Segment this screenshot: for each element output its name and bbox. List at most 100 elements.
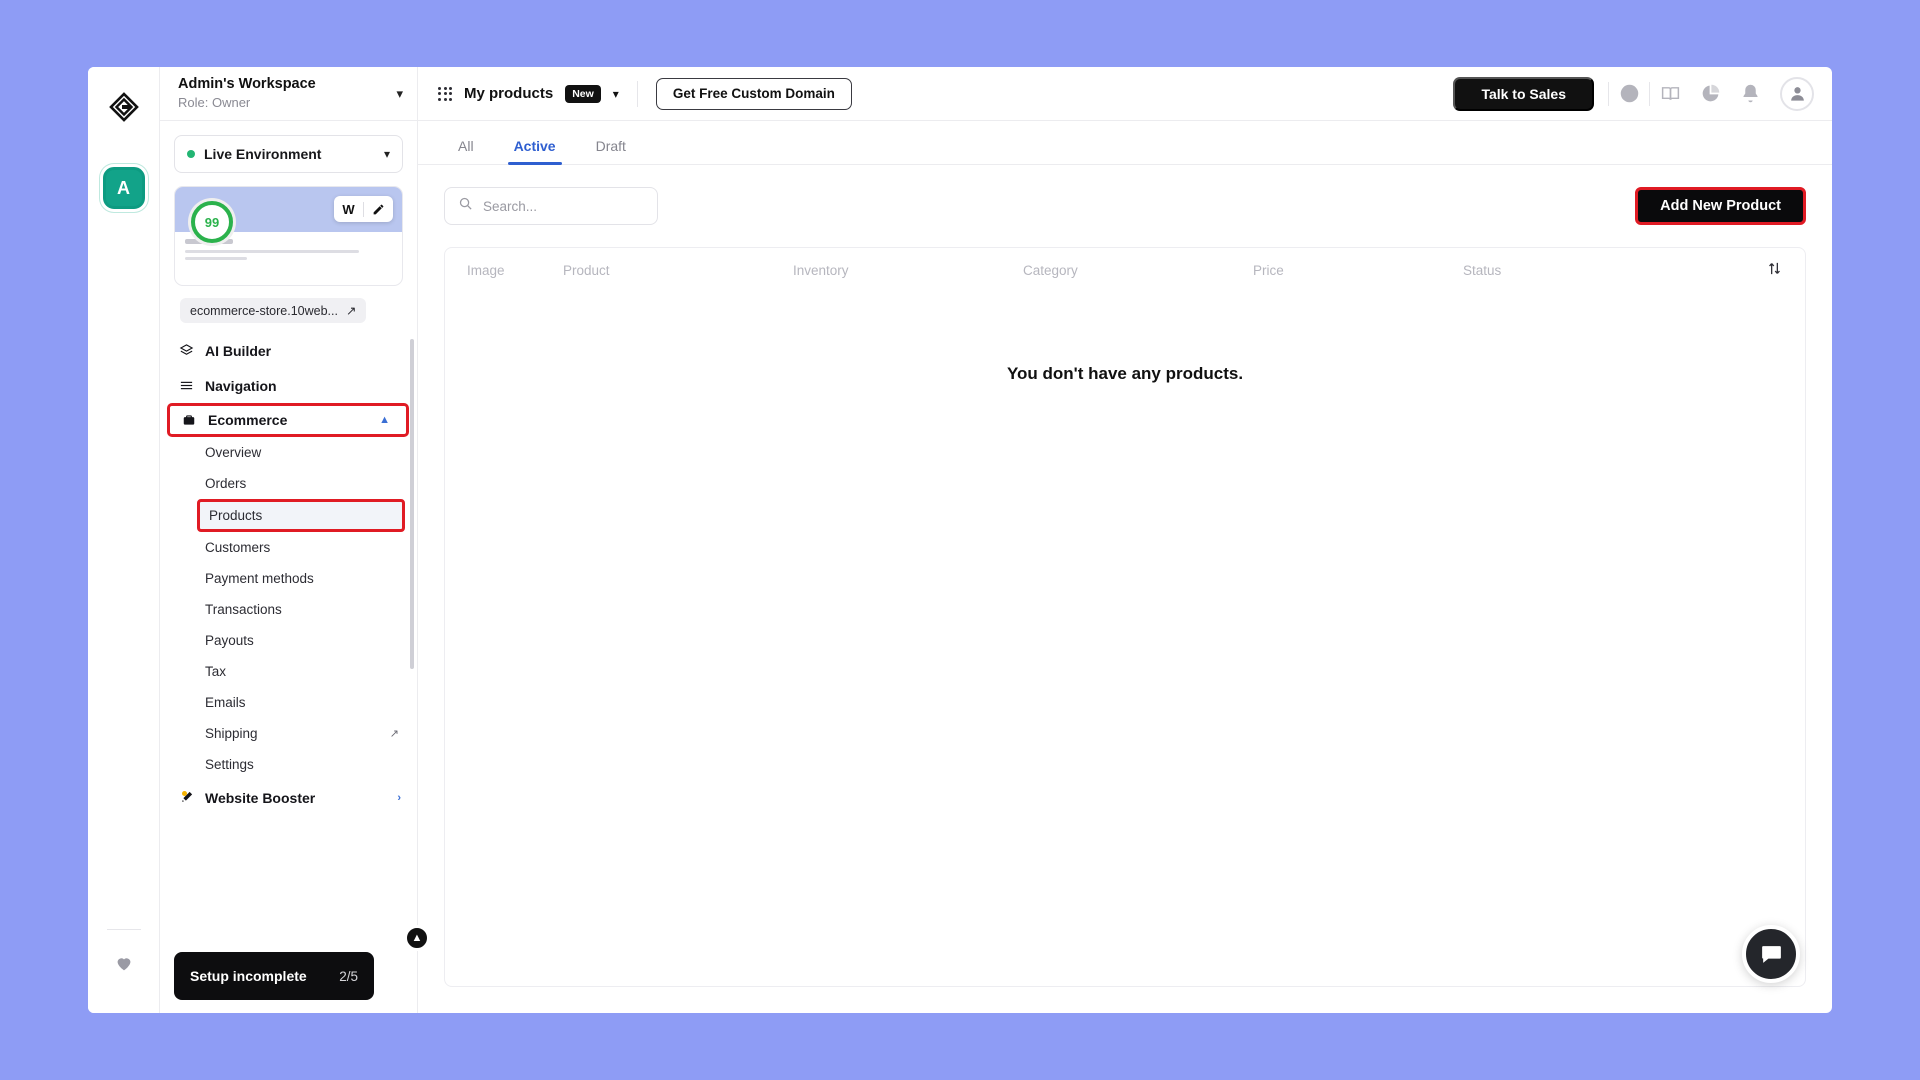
workspace-name: Admin's Workspace [178,76,316,93]
workspace-role: Role: Owner [178,94,251,110]
chevron-down-icon[interactable]: ▾ [613,87,619,101]
sidebar: Admin's Workspace Role: Owner ▾ Live Env… [160,67,430,1013]
sidebar-item-website-booster[interactable]: Website Booster › [160,780,417,815]
search-input[interactable]: Search... [444,187,658,225]
chat-bubble-icon[interactable] [1742,925,1800,983]
chevron-down-icon: ▾ [396,85,403,101]
sidebar-item-orders[interactable]: Orders [160,468,417,499]
briefcase-icon [181,413,197,427]
user-avatar-icon[interactable] [1780,76,1814,111]
sidebar-item-label: Ecommerce [208,412,288,428]
wordpress-icon[interactable]: W [334,202,363,217]
column-header-inventory: Inventory [793,262,849,278]
chevron-down-icon: ▾ [383,147,390,161]
sidebar-nav: AI Builder Navigation Ecommerce ▲ Overvi… [160,333,417,1013]
sidebar-item-transactions[interactable]: Transactions [160,594,417,625]
app-logo-icon[interactable] [102,85,146,129]
sidebar-item-label: AI Builder [205,342,272,359]
site-domain-text: ecommerce-store.10web... [190,303,338,318]
setup-incomplete-toast[interactable]: Setup incomplete 2/5 [174,952,374,1000]
sidebar-item-settings[interactable]: Settings [160,749,417,780]
chevron-right-icon: › [397,791,401,804]
performance-score-value: 99 [204,214,220,230]
environment-label: Live Environment [204,146,322,162]
new-badge: New [565,84,601,103]
book-icon[interactable] [1650,74,1690,114]
sidebar-subitem-label: Payouts [205,633,254,648]
sidebar-subitem-label: Emails [205,695,246,710]
notification-dot-icon [181,790,187,796]
content-toolbar: Search... Add New Product [444,187,1806,225]
talk-to-sales-button[interactable]: Talk to Sales [1453,76,1594,111]
icon-rail: A [88,67,160,1013]
preview-hero: 99 W [175,187,402,243]
history-clock-icon[interactable] [1609,74,1649,114]
add-new-product-button[interactable]: Add New Product [1635,187,1806,225]
products-content: Search... Add New Product Image Product … [418,165,1832,1013]
sidebar-subitem-label: Settings [205,757,254,772]
wordpress-label: W [342,201,355,217]
sidebar-subitem-label: Transactions [205,602,282,617]
bell-icon[interactable] [1730,74,1770,114]
workspace-switcher[interactable]: Admin's Workspace Role: Owner ▾ [160,67,417,121]
tab-active[interactable]: Active [496,138,574,165]
table-header-row: Image Product Inventory Category Price S… [445,248,1805,292]
environment-selector[interactable]: Live Environment ▾ [174,135,403,173]
column-header-product: Product [563,262,610,278]
sidebar-item-navigation[interactable]: Navigation [160,368,417,403]
sidebar-subitem-label: Overview [205,445,262,460]
setup-progress-count: 2/5 [339,968,358,984]
heart-icon[interactable] [113,952,135,979]
topbar-right-group: Talk to Sales [1453,74,1814,114]
sidebar-item-ai-builder[interactable]: AI Builder [160,333,417,368]
pencil-icon[interactable] [364,203,393,216]
sidebar-item-products[interactable]: Products [197,499,405,532]
performance-score-badge[interactable]: 99 [191,201,233,243]
sidebar-subitem-label: Customers [205,540,271,555]
sidebar-subitem-label: Orders [205,476,247,491]
column-header-image: Image [467,262,505,278]
sidebar-item-tax[interactable]: Tax [160,656,417,687]
external-link-icon: ↗ [389,728,399,740]
table-body: You don't have any products. [445,292,1805,986]
grid-apps-icon[interactable] [438,86,452,101]
main-area: My products New ▾ Get Free Custom Domain… [418,67,1832,1013]
sidebar-item-label: Navigation [205,377,277,394]
sidebar-subitem-label: Products [209,508,263,523]
empty-state-message: You don't have any products. [1006,364,1244,383]
site-domain-pill[interactable]: ecommerce-store.10web... ↗ [180,298,367,323]
sidebar-scrollbar[interactable] [410,339,414,669]
sidebar-item-label: Website Booster [205,789,316,806]
sidebar-item-payouts[interactable]: Payouts [160,625,417,656]
get-free-custom-domain-button[interactable]: Get Free Custom Domain [655,77,852,110]
rocket-icon [178,790,194,805]
column-header-status: Status [1463,262,1502,278]
workspace-initial: A [117,177,130,198]
topbar-divider [636,80,638,107]
tab-all[interactable]: All [440,138,492,164]
product-status-tabs: All Active Draft [418,121,1832,165]
sidebar-item-ecommerce[interactable]: Ecommerce ▲ [167,403,409,437]
chevron-up-icon: ▲ [411,932,423,944]
sidebar-item-emails[interactable]: Emails [160,687,417,718]
tab-draft[interactable]: Draft [578,138,644,164]
workspace-avatar-badge[interactable]: A [102,167,145,209]
sidebar-item-payment-methods[interactable]: Payment methods [160,563,417,594]
column-header-price: Price [1253,262,1284,278]
sidebar-item-overview[interactable]: Overview [160,437,417,468]
chevron-up-icon: ▲ [379,414,390,426]
pie-chart-icon[interactable] [1690,74,1730,114]
sidebar-item-shipping[interactable]: Shipping ↗ [160,718,417,749]
column-header-category: Category [1023,262,1078,278]
external-link-icon: ↗ [345,304,357,318]
preview-action-group: W [334,196,393,222]
sidebar-subitem-label: Shipping [205,726,258,741]
sidebar-collapse-button[interactable]: ▲ [404,925,430,951]
page-title: My products [464,85,554,102]
search-icon [458,196,473,216]
top-bar: My products New ▾ Get Free Custom Domain… [418,67,1832,121]
search-placeholder: Search... [483,198,538,214]
sidebar-item-customers[interactable]: Customers [160,532,417,563]
site-preview-card[interactable]: 99 W [174,186,403,286]
sort-arrows-icon[interactable] [1766,260,1783,281]
